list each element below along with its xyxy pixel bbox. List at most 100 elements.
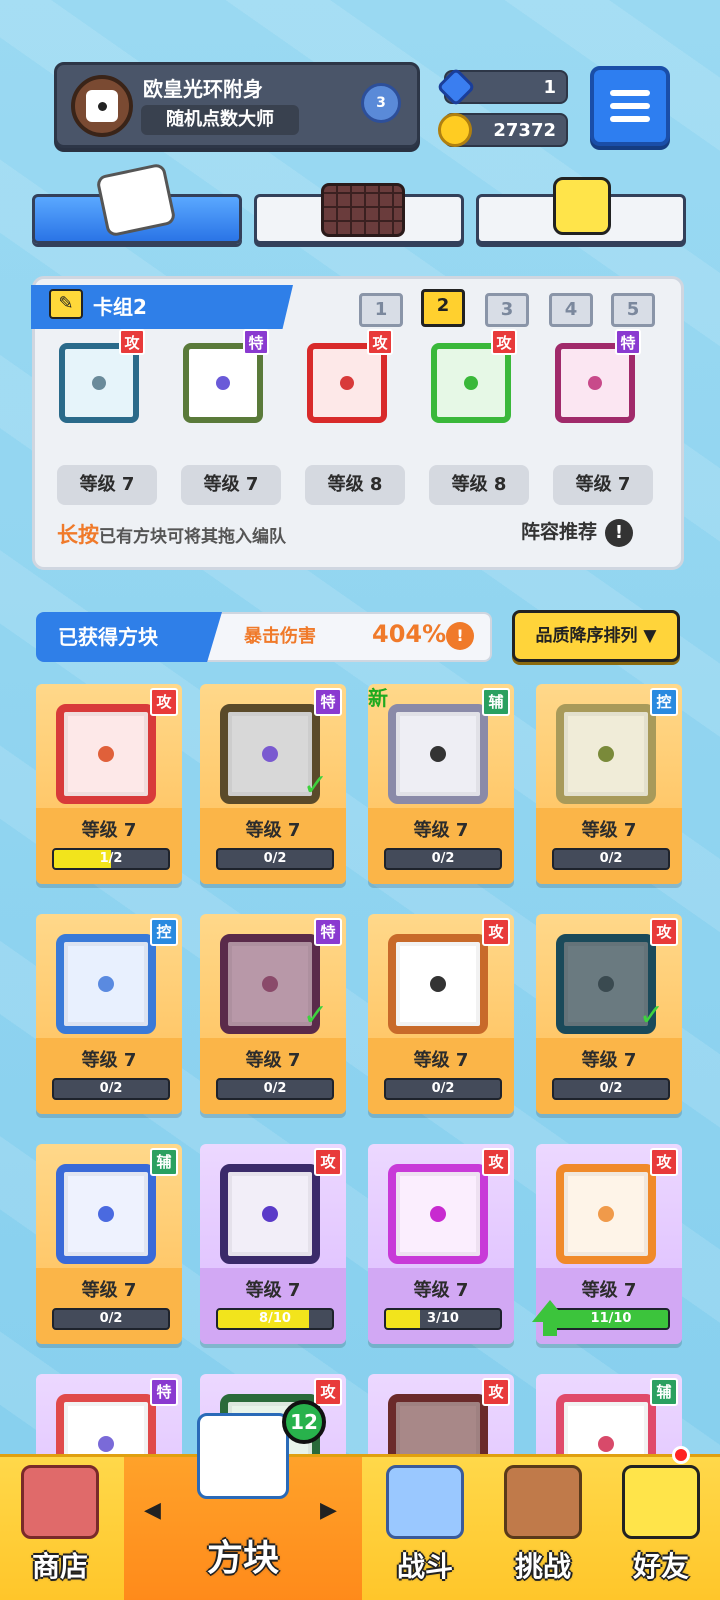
deck-number-1[interactable]: 1: [359, 293, 403, 327]
scythe-dice-icon: [220, 1164, 320, 1264]
dice-card[interactable]: 控 等级 7 0/2: [536, 684, 682, 884]
hint-text: 已有方块可将其拖入编队: [99, 527, 286, 547]
dice-card[interactable]: 新 辅 等级 7 0/2: [368, 684, 514, 884]
dice-card[interactable]: 攻 ✓ 等级 7 0/2: [536, 914, 682, 1114]
card-progress: 0/2: [552, 848, 670, 870]
dice-card[interactable]: 辅 等级 7 0/2: [36, 1144, 182, 1344]
dice-card[interactable]: 攻 等级 7 8/10: [200, 1144, 346, 1344]
owned-title: 已获得方块: [36, 612, 222, 662]
dice-card[interactable]: 攻 等级 7 3/10: [368, 1144, 514, 1344]
nav-friends-label: 好友: [632, 1550, 689, 1583]
nav-shop[interactable]: 商店: [0, 1457, 120, 1600]
card-level: 等级 7: [413, 1050, 469, 1071]
deck-slot-5[interactable]: 特: [545, 329, 645, 429]
deck-number-5[interactable]: 5: [611, 293, 655, 327]
attack-tag: 攻: [482, 918, 510, 946]
player-title: 随机点数大师: [141, 105, 299, 135]
moon-dice-icon: [56, 1164, 156, 1264]
card-progress: 11/10: [552, 1308, 670, 1330]
card-progress: 3/10: [384, 1308, 502, 1330]
tab-dice[interactable]: [32, 162, 242, 244]
profile-panel[interactable]: 欧皇光环附身 随机点数大师 3: [54, 62, 420, 148]
avatar: [71, 75, 133, 137]
upgrade-arrow-icon[interactable]: [532, 1300, 568, 1336]
card-level: 等级 7: [81, 1280, 137, 1301]
compass-dice-icon: [56, 704, 156, 804]
attack-tag: 攻: [482, 1378, 510, 1406]
target-dice-icon: [556, 1164, 656, 1264]
special-tag: 特: [314, 918, 342, 946]
slot-level-4: 等级 8: [429, 465, 529, 505]
deck-number-2[interactable]: 2: [421, 289, 465, 327]
dice-icon: [86, 90, 118, 122]
menu-button[interactable]: [590, 66, 670, 146]
notification-dot: [672, 1446, 690, 1464]
deck-slot-4[interactable]: 攻: [421, 329, 521, 429]
menu-icon: [610, 90, 650, 96]
dice-card[interactable]: 攻 等级 7 1/2: [36, 684, 182, 884]
card-progress: 0/2: [216, 848, 334, 870]
rank-medal-icon: 3: [361, 83, 401, 123]
card-level: 等级 7: [245, 820, 301, 841]
card-progress: 1/2: [52, 848, 170, 870]
dice-tab-icon: [95, 162, 177, 238]
smile-tab-icon: [553, 177, 611, 235]
dice-card[interactable]: 攻 等级 7 0/2: [368, 914, 514, 1114]
edit-pencil-icon[interactable]: ✎: [49, 289, 83, 319]
dice-card[interactable]: 控 等级 7 0/2: [36, 914, 182, 1114]
gem-counter: 1: [436, 67, 568, 107]
special-tag: 特: [314, 688, 342, 716]
recommend-label: 阵容推荐: [521, 521, 598, 543]
dice-card[interactable]: 特 ✓ 等级 7 0/2: [200, 684, 346, 884]
dice-card[interactable]: 攻 等级 7 11/10: [532, 1144, 682, 1344]
crack-dice-icon: [307, 343, 387, 423]
control-tag: 控: [650, 688, 678, 716]
player-name: 欧皇光环附身: [143, 77, 263, 101]
support-tag: 辅: [650, 1378, 678, 1406]
card-level: 等级 7: [581, 820, 637, 841]
nav-challenge-label: 挑战: [514, 1550, 571, 1583]
gear-dice-icon: [556, 704, 656, 804]
dice-card[interactable]: 特 ✓ 等级 7 0/2: [200, 914, 346, 1114]
vortex-dice-icon: [59, 343, 139, 423]
deck-slot-1[interactable]: 攻: [49, 329, 149, 429]
equipped-check-icon: ✓: [302, 998, 328, 1033]
support-tag: 辅: [482, 688, 510, 716]
nav-prev-arrow-icon[interactable]: ◀: [144, 1498, 161, 1523]
lineup-recommend-button[interactable]: 阵容推荐!: [521, 517, 634, 547]
card-progress: 0/2: [216, 1078, 334, 1100]
deck-number-3[interactable]: 3: [485, 293, 529, 327]
nav-next-arrow-icon[interactable]: ▶: [320, 1498, 337, 1523]
nav-battle-label: 战斗: [396, 1550, 453, 1583]
slot-level-2: 等级 7: [181, 465, 281, 505]
info-icon: !: [605, 518, 634, 547]
friend-dice-icon: [622, 1465, 700, 1539]
deck-slot-3[interactable]: 攻: [297, 329, 397, 429]
attack-tag: 攻: [650, 1148, 678, 1176]
nav-friends[interactable]: 好友: [602, 1457, 720, 1600]
cross-dice-icon: [555, 343, 635, 423]
nav-blocks[interactable]: 方块: [124, 1413, 362, 1600]
attack-tag: 攻: [491, 329, 517, 355]
tab-board[interactable]: [254, 183, 464, 244]
nav-battle[interactable]: 战斗: [366, 1457, 484, 1600]
deck-number-4[interactable]: 4: [549, 293, 593, 327]
card-level: 等级 7: [413, 820, 469, 841]
attack-tag: 攻: [314, 1148, 342, 1176]
tab-emote[interactable]: [476, 177, 686, 244]
attack-tag: 攻: [119, 329, 145, 355]
crit-info-icon[interactable]: !: [446, 622, 474, 650]
deck-slot-2[interactable]: 特: [173, 329, 273, 429]
bottom-nav: 商店 方块 战斗 挑战 好友: [0, 1413, 720, 1600]
sort-dropdown[interactable]: 品质降序排列 ▼: [512, 610, 680, 662]
battle-tower-icon: [386, 1465, 464, 1539]
card-level: 等级 7: [81, 820, 137, 841]
mystery-dice-icon: [197, 1413, 289, 1499]
board-tab-icon: [321, 183, 405, 237]
nav-challenge[interactable]: 挑战: [484, 1457, 602, 1600]
crit-label: 暴击伤害: [244, 626, 316, 647]
slot-level-1: 等级 7: [57, 465, 157, 505]
infinity-dice-icon: [183, 343, 263, 423]
gem-count: 1: [543, 77, 556, 98]
deck-panel: 卡组2 ✎ 1 2 3 4 5 攻 特 攻 攻 特 等级 7 等级 7 等级 8…: [31, 276, 684, 570]
